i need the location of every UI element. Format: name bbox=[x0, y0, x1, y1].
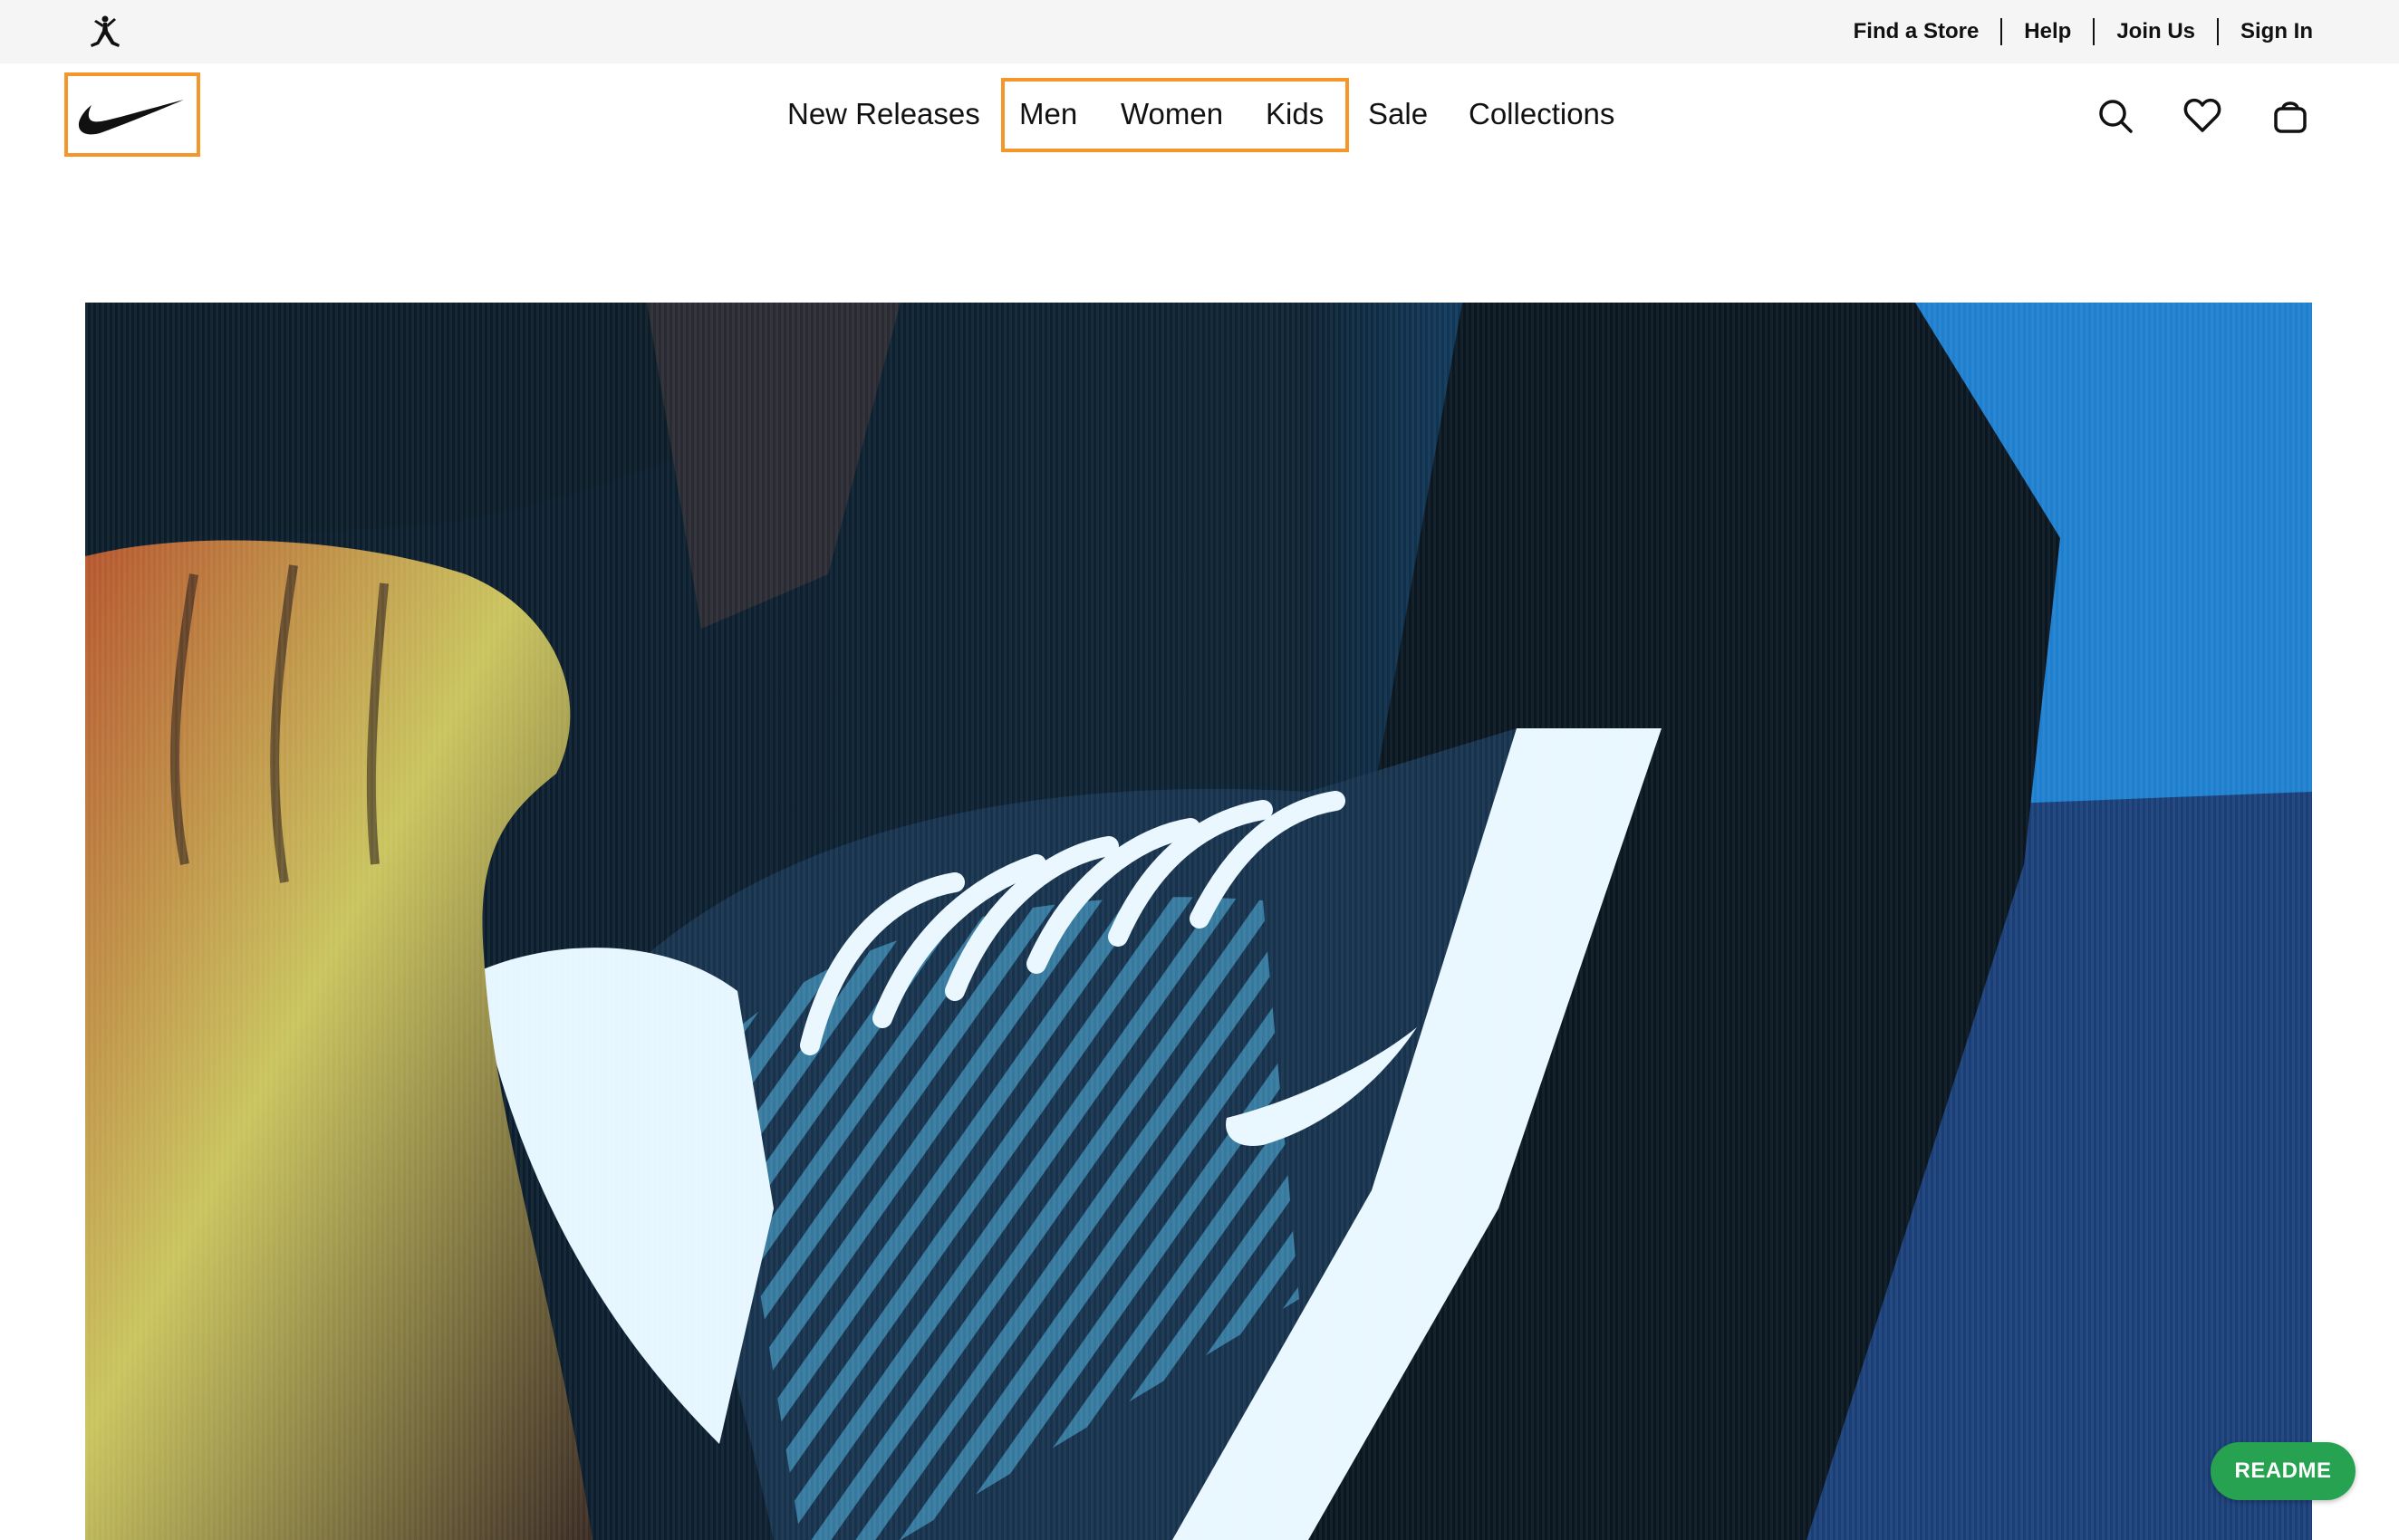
nav-kids[interactable]: Kids bbox=[1266, 97, 1324, 131]
divider bbox=[2217, 18, 2219, 45]
nav-women[interactable]: Women bbox=[1121, 97, 1223, 131]
primary-nav: New Releases Men Women Kids Sale Collect… bbox=[0, 63, 2399, 168]
utility-bar: Find a Store Help Join Us Sign In bbox=[0, 0, 2399, 63]
nav-sale[interactable]: Sale bbox=[1368, 97, 1428, 131]
bag-icon[interactable] bbox=[2270, 96, 2310, 136]
find-a-store-link[interactable]: Find a Store bbox=[1854, 19, 1980, 44]
jordan-jumpman-icon[interactable] bbox=[87, 14, 123, 49]
utility-links: Find a Store Help Join Us Sign In bbox=[1854, 0, 2313, 63]
nav-men[interactable]: Men bbox=[1019, 97, 1077, 131]
search-icon[interactable] bbox=[2096, 96, 2135, 136]
nav-new-releases[interactable]: New Releases bbox=[787, 97, 980, 131]
join-us-link[interactable]: Join Us bbox=[2116, 19, 2195, 44]
help-link[interactable]: Help bbox=[2024, 19, 2071, 44]
readme-button[interactable]: README bbox=[2211, 1442, 2356, 1500]
main-nav: New Releases Men Women Kids Sale Collect… bbox=[0, 63, 2399, 172]
divider bbox=[2093, 18, 2096, 45]
sign-in-link[interactable]: Sign In bbox=[2240, 19, 2313, 44]
hero-image[interactable] bbox=[85, 303, 2312, 1540]
nav-collections[interactable]: Collections bbox=[1469, 97, 1614, 131]
heart-icon[interactable] bbox=[2182, 96, 2222, 136]
divider bbox=[2000, 18, 2003, 45]
hero-illustration bbox=[85, 303, 2312, 1540]
